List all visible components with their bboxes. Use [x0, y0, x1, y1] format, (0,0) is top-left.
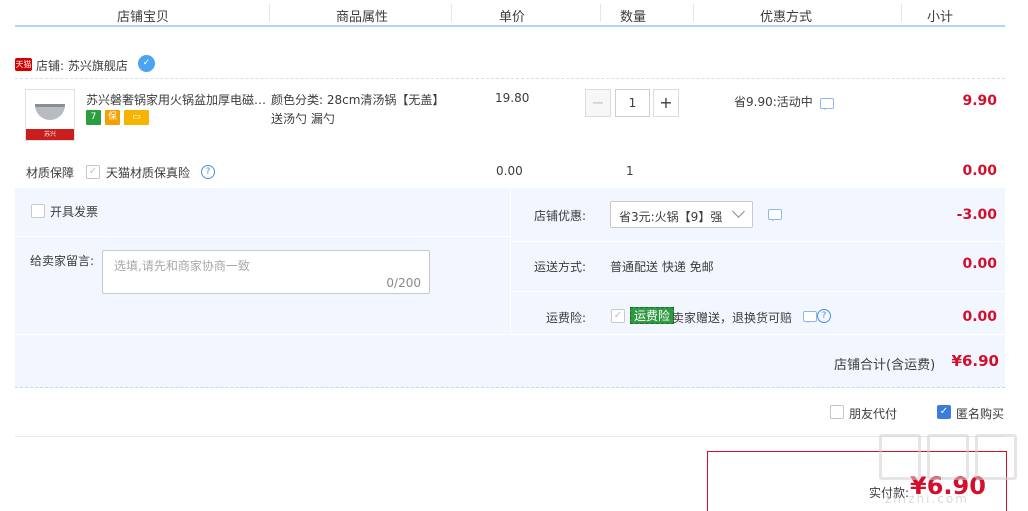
chat-bubble-icon[interactable] — [820, 98, 834, 110]
seven-day-return-icon[interactable]: 7 — [86, 110, 101, 125]
col-subtotal: 小计 — [927, 10, 954, 25]
divider — [901, 4, 902, 22]
panel-divider — [511, 291, 1005, 292]
product-thumbnail[interactable]: 苏兴 — [25, 89, 75, 141]
shop-discount-label: 店铺优惠: — [534, 209, 587, 223]
order-options-row: 朋友代付 ✓ 匿名购买 — [15, 389, 1005, 437]
panel-divider — [510, 188, 511, 334]
credit-card-icon[interactable]: ▭ — [124, 110, 149, 125]
divider — [269, 4, 270, 22]
order-extra-panel: 开具发票 给卖家留言: 选填,请先和商家协商一致 0/200 店铺优惠: 省3元… — [15, 188, 1005, 388]
freight-insurance-tag: 运费险 — [630, 307, 675, 324]
freight-insurance-desc: 卖家赠送，退换货可赔 — [672, 311, 793, 325]
shop-discount-amount: -3.00 — [956, 207, 997, 223]
memo-char-count: 0/200 — [386, 276, 421, 290]
watermark-glyph — [975, 434, 1017, 480]
item-subtotal: 9.90 — [962, 93, 997, 109]
pot-image-icon — [35, 104, 65, 120]
insurance-option: 天猫材质保真险 — [106, 166, 191, 180]
shop-discount-select[interactable]: 省3元:火锅【9】强 — [610, 201, 753, 228]
shop-total-value: ¥6.90 — [951, 352, 999, 370]
panel-divider — [15, 236, 510, 237]
product-title-link[interactable]: 苏兴磐奢锅家用火锅盆加厚电磁… — [86, 91, 266, 108]
freight-insurance-checkbox[interactable]: ✓ — [611, 309, 625, 323]
divider — [693, 4, 694, 22]
memo-placeholder: 选填,请先和商家协商一致 — [114, 259, 250, 273]
col-shop: 店铺宝贝 — [117, 10, 170, 25]
thumbnail-brand-strip: 苏兴 — [26, 129, 74, 140]
invoice-checkbox[interactable] — [31, 204, 45, 218]
cart-item-row: 苏兴 苏兴磐奢锅家用火锅盆加厚电磁… 7 保 ▭ 颜色分类: 28cm清汤锅【无… — [15, 78, 1005, 188]
freight-insurance-label: 运费险: — [546, 311, 587, 325]
col-price: 单价 — [499, 10, 526, 25]
memo-textarea[interactable]: 选填,请先和商家协商一致 0/200 — [102, 250, 430, 294]
panel-divider — [511, 241, 1005, 242]
watermark-glyph — [927, 434, 969, 480]
question-circle-icon[interactable]: ? — [817, 309, 831, 323]
friend-pay-label: 朋友代付 — [849, 407, 898, 421]
insurance-label: 材质保障 — [26, 166, 75, 180]
insurance-price: 0.00 — [496, 164, 523, 178]
cart-column-header: 店铺宝贝 商品属性 单价 数量 优惠方式 小计 — [15, 0, 1005, 27]
insurance-checkbox[interactable]: ✓ — [86, 165, 100, 179]
watermark-text: zhizhi.com — [885, 492, 969, 506]
anonymous-label: 匿名购买 — [956, 407, 1005, 421]
chevron-down-icon — [732, 205, 745, 218]
promo-text: 省9.90:活动中 — [734, 95, 813, 109]
shipping-amount: 0.00 — [962, 256, 997, 272]
watermark: zhizhi.com — [875, 430, 1025, 510]
wangwang-icon[interactable]: ✓ — [138, 55, 155, 72]
col-qty: 数量 — [620, 10, 647, 25]
question-circle-icon[interactable]: ? — [201, 165, 215, 179]
tmall-badge-icon: 天猫 — [15, 58, 32, 71]
anonymous-checkbox[interactable]: ✓ — [937, 405, 951, 419]
friend-pay-checkbox[interactable] — [830, 405, 844, 419]
insurance-qty: 1 — [626, 164, 634, 178]
qty-input[interactable]: 1 — [615, 89, 650, 117]
invoice-label: 开具发票 — [50, 205, 99, 219]
shop-discount-value: 省3元:火锅【9】强 — [619, 210, 723, 224]
guarantee-icon[interactable]: 保 — [105, 110, 120, 125]
memo-label: 给卖家留言: — [30, 254, 95, 268]
panel-divider — [15, 334, 1005, 335]
shipping-label: 运送方式: — [534, 260, 587, 274]
product-attributes: 颜色分类: 28cm清汤锅【无盖】 送汤勺 漏勺 — [271, 91, 461, 129]
shipping-value: 普通配送 快递 免邮 — [610, 260, 714, 274]
divider — [451, 4, 452, 22]
chat-bubble-icon[interactable] — [803, 311, 817, 323]
col-attr: 商品属性 — [336, 10, 389, 25]
shop-name[interactable]: 店铺: 苏兴旗舰店 — [36, 57, 128, 74]
insurance-subtotal: 0.00 — [962, 163, 997, 179]
attr-extra: 送汤勺 漏勺 — [271, 112, 335, 126]
watermark-glyph — [879, 434, 921, 480]
qty-decrease-button[interactable]: − — [585, 89, 611, 117]
freight-insurance-amount: 0.00 — [962, 309, 997, 325]
divider — [600, 4, 601, 22]
col-promo: 优惠方式 — [760, 10, 813, 25]
shop-total-label: 店铺合计(含运费) — [834, 358, 936, 373]
unit-price: 19.80 — [495, 91, 530, 105]
attr-color: 颜色分类: 28cm清汤锅【无盖】 — [271, 93, 445, 107]
qty-increase-button[interactable]: + — [653, 89, 679, 117]
chat-bubble-icon[interactable] — [768, 209, 782, 221]
